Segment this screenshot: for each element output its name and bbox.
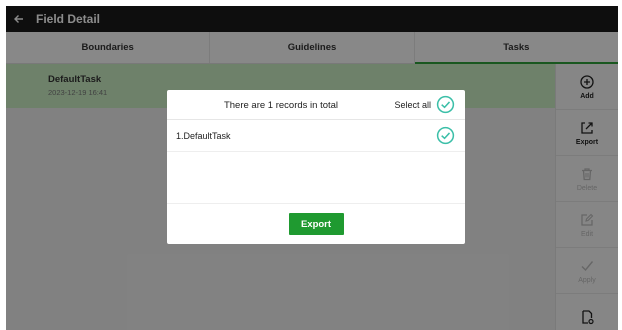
record-label: 1.DefaultTask — [176, 130, 231, 141]
select-all-check-icon[interactable] — [436, 95, 455, 114]
app-frame: Field Detail Boundaries Guidelines Tasks… — [6, 6, 618, 330]
export-dialog: There are 1 records in total Select all … — [167, 90, 465, 244]
select-all-label: Select all — [394, 99, 431, 110]
export-button[interactable]: Export — [288, 213, 344, 235]
select-all-toggle[interactable]: Select all — [394, 95, 455, 114]
dialog-header: There are 1 records in total Select all — [167, 90, 465, 120]
record-check-icon[interactable] — [436, 126, 455, 145]
dialog-footer: Export — [167, 203, 465, 244]
dialog-title: There are 1 records in total — [223, 100, 339, 111]
record-item[interactable]: 1.DefaultTask — [167, 120, 465, 152]
